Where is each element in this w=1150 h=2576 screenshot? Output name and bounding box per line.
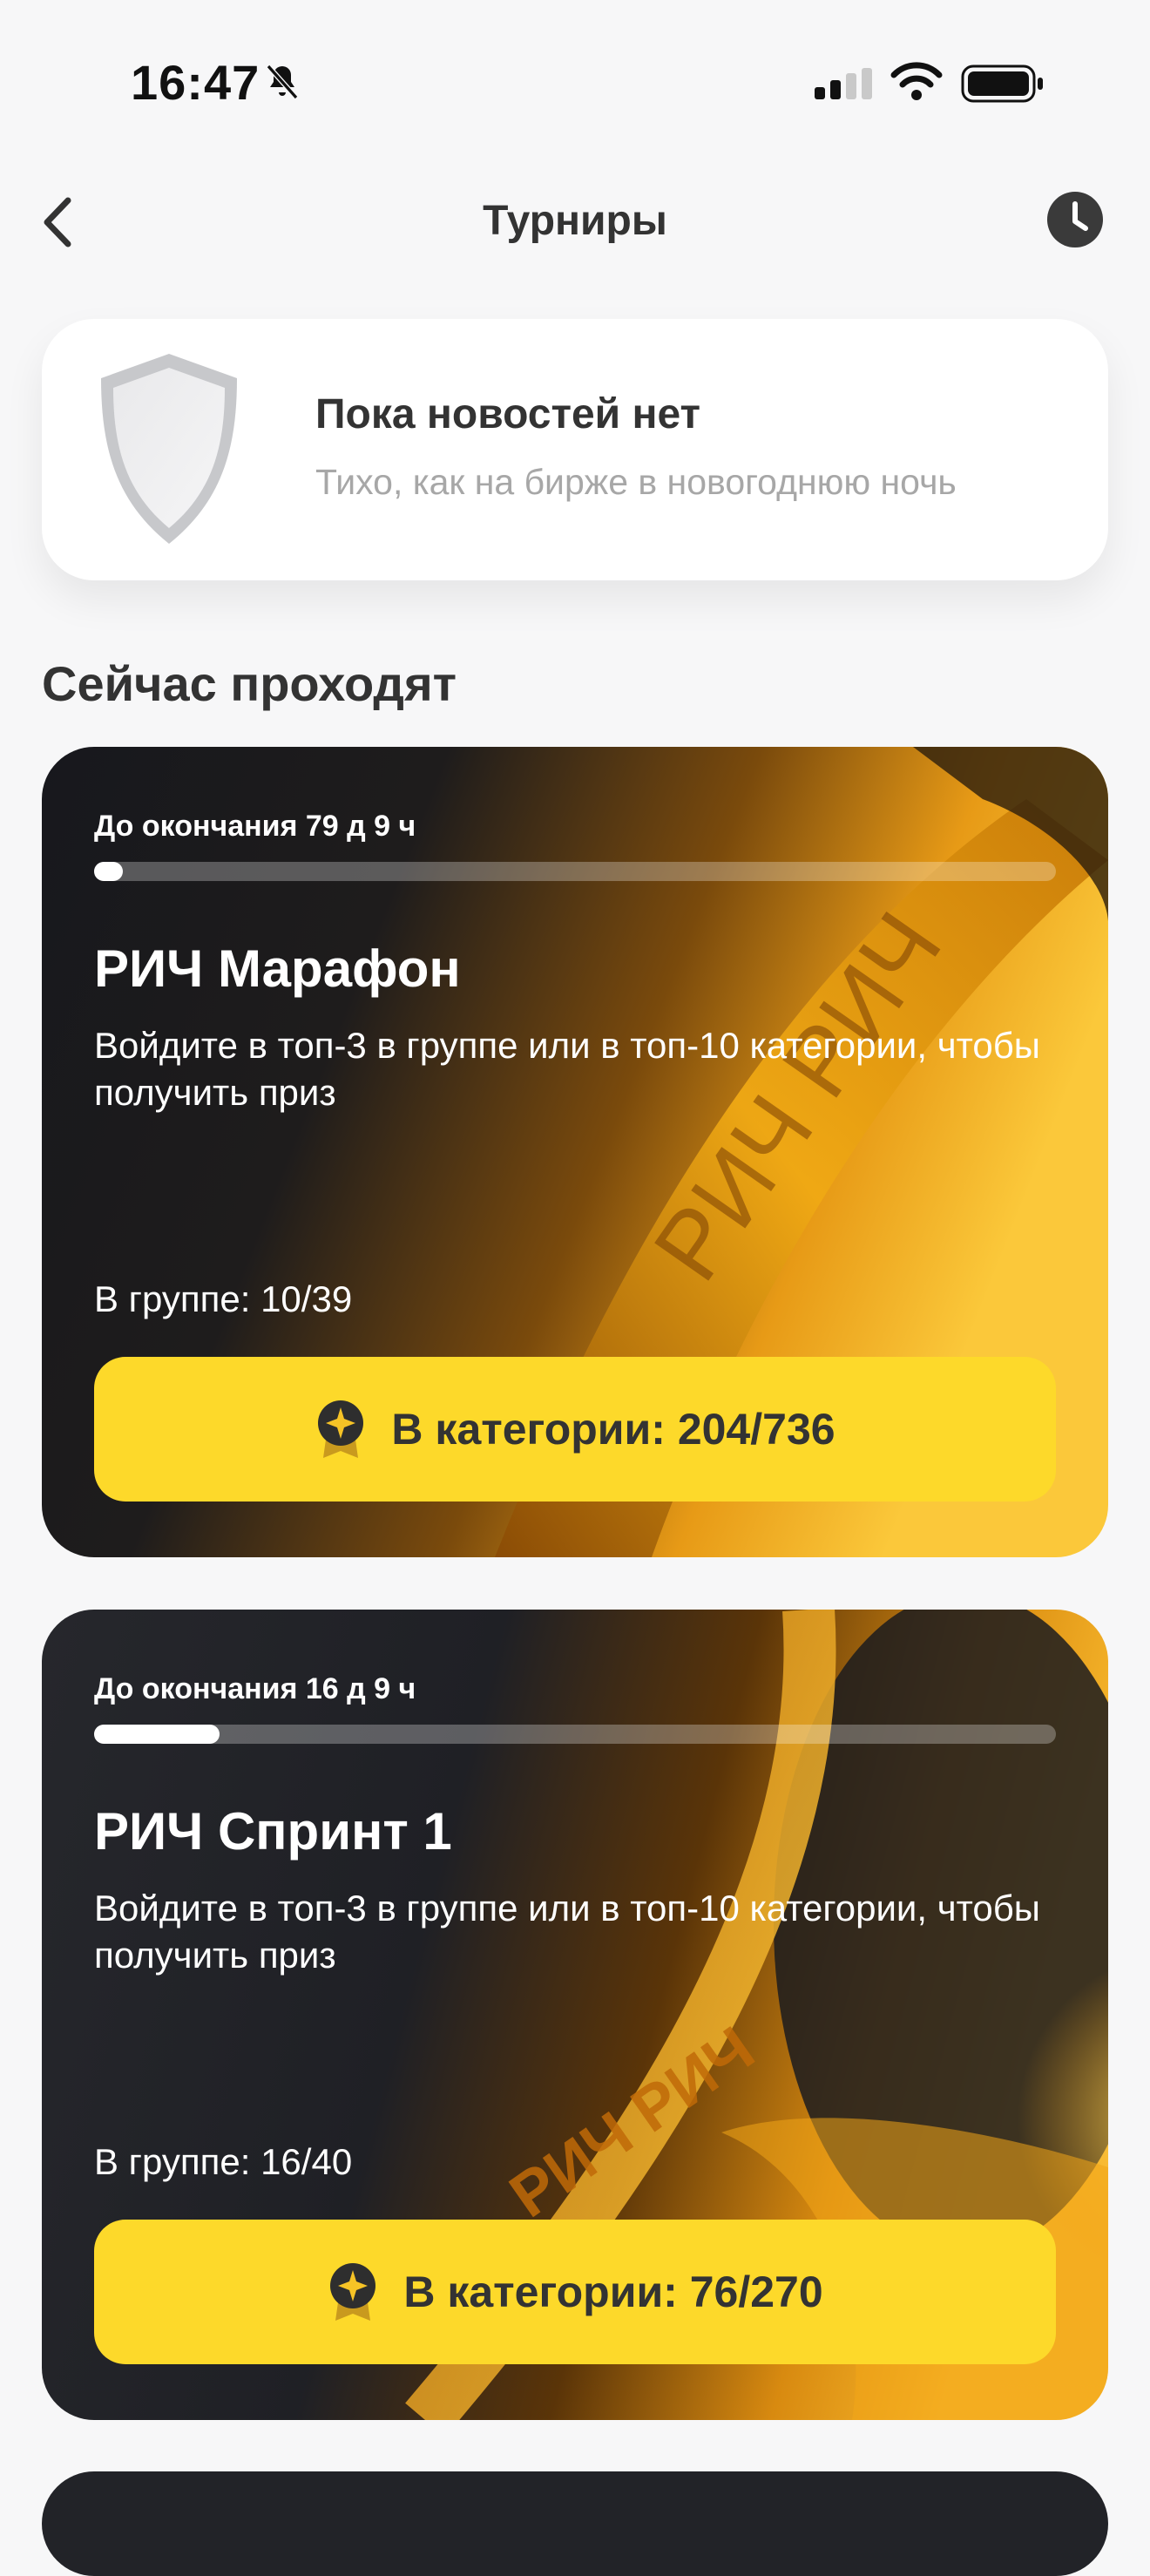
nav-header: Турниры: [0, 166, 1150, 279]
medal-icon: [330, 2263, 376, 2321]
tournament-group-rank: В группе: 16/40: [94, 2141, 353, 2182]
category-rank-label: В категории: 204/736: [391, 1405, 835, 1454]
shield-icon: [101, 354, 237, 544]
tournament-deadline: До окончания 79 д 9 ч: [94, 810, 416, 843]
cellular-signal-icon: [815, 68, 872, 99]
category-rank-label: В категории: 76/270: [403, 2268, 823, 2316]
progress-fill: [94, 862, 124, 881]
status-bar: 16:47: [0, 0, 1150, 166]
section-title: Сейчас проходят: [42, 656, 457, 711]
medal-icon: [318, 1400, 364, 1458]
category-rank-button[interactable]: В категории: 76/270: [94, 2220, 1056, 2364]
tournament-description: Войдите в топ-3 в группе или в топ-10 ка…: [94, 1025, 1040, 1113]
wifi-icon: [890, 62, 943, 100]
tournament-card[interactable]: РИЧ РИЧ До окончания 79 д 9 ч РИЧ Марафо…: [42, 747, 1108, 1557]
tournament-group-rank: В группе: 10/39: [94, 1278, 353, 1319]
category-rank-button[interactable]: В категории: 204/736: [94, 1357, 1056, 1502]
page-title: Турниры: [483, 198, 667, 244]
battery-icon: [961, 64, 1043, 103]
tournament-description: Войдите в топ-3 в группе или в топ-10 ка…: [94, 1888, 1040, 1976]
news-title: Пока новостей нет: [315, 391, 701, 437]
tournament-title: РИЧ Марафон: [94, 939, 461, 998]
tournament-card[interactable]: [42, 2471, 1108, 2576]
tournament-progress-bar: [94, 1725, 1056, 1744]
status-time: 16:47: [131, 55, 260, 110]
tournament-deadline: До окончания 16 д 9 ч: [94, 1672, 416, 1705]
news-subtitle: Тихо, как на бирже в новогоднюю ночь: [315, 462, 957, 502]
tournament-card[interactable]: РИЧ РИЧ До окончания 16 д 9 ч РИЧ Спринт…: [42, 1610, 1108, 2420]
tournament-title: РИЧ Спринт 1: [94, 1802, 452, 1861]
progress-fill: [94, 1725, 220, 1744]
bell-muted-icon: [266, 64, 299, 99]
history-clock-icon[interactable]: [1045, 190, 1105, 249]
news-empty-card: Пока новостей нет Тихо, как на бирже в н…: [42, 319, 1108, 580]
tournament-progress-bar: [94, 862, 1056, 881]
